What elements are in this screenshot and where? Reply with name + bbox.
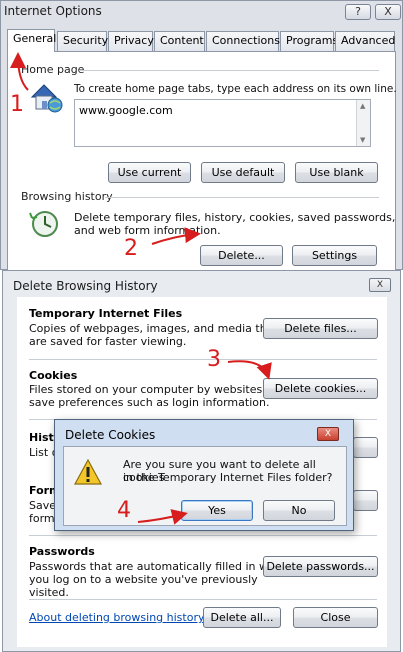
delete-forms-button[interactable] — [353, 490, 378, 511]
internet-options-window: Internet Options ? X General Security Pr… — [0, 0, 403, 271]
step-number-2: 2 — [124, 236, 138, 261]
delete-history-button[interactable]: Delete... — [200, 245, 283, 266]
close-dialog-button[interactable]: Close — [293, 607, 378, 628]
window-title: Delete Browsing History — [13, 279, 158, 293]
cookies-heading: Cookies — [29, 369, 78, 382]
step-number-4: 4 — [117, 498, 131, 523]
tab-programs[interactable]: Programs — [280, 31, 338, 51]
use-default-button[interactable]: Use default — [201, 162, 285, 183]
delete-history-items-button[interactable] — [353, 437, 378, 458]
tab-content[interactable]: Content — [154, 31, 205, 51]
close-button[interactable]: X — [375, 4, 401, 20]
home-page-description: To create home page tabs, type each addr… — [74, 83, 397, 95]
passwords-description-line2: you log on to a website you've previousl… — [29, 573, 258, 586]
tab-strip: General Security Privacy Content Connect… — [7, 29, 402, 52]
passwords-description-line3: visited. — [29, 586, 69, 599]
use-blank-button[interactable]: Use blank — [295, 162, 378, 183]
use-current-button[interactable]: Use current — [108, 162, 191, 183]
tab-connections[interactable]: Connections — [206, 31, 280, 51]
window-title: Internet Options — [4, 4, 102, 18]
delete-cookies-button[interactable]: Delete cookies... — [263, 378, 378, 399]
history-settings-button[interactable]: Settings — [292, 245, 377, 266]
delete-cookies-dialog: Delete Cookies X Are you sure you want t… — [54, 419, 354, 531]
step-number-1: 1 — [10, 92, 24, 117]
warning-icon — [73, 458, 103, 486]
close-button[interactable]: X — [317, 427, 339, 441]
scroll-up-icon[interactable]: ▲ — [360, 102, 365, 110]
divider — [79, 70, 379, 71]
temp-files-description-line2: are saved for faster viewing. — [29, 335, 187, 348]
temp-files-description-line1: Copies of webpages, images, and media th… — [29, 322, 278, 335]
yes-button[interactable]: Yes — [181, 500, 253, 521]
browsing-history-group-label: Browsing history — [21, 190, 113, 203]
history-clock-icon — [28, 209, 62, 239]
tab-security[interactable]: Security — [57, 31, 108, 51]
close-button[interactable]: X — [369, 278, 391, 292]
cookies-description-line1: Files stored on your computer by website… — [29, 383, 277, 396]
divider — [29, 359, 377, 360]
home-page-icon — [28, 81, 64, 113]
delete-passwords-button[interactable]: Delete passwords... — [263, 556, 378, 577]
tab-advanced[interactable]: Advanced — [335, 31, 395, 51]
home-page-url-field[interactable]: www.google.com ▲ ▼ — [74, 99, 371, 147]
confirm-message-line2: in the Temporary Internet Files folder? — [123, 471, 333, 484]
step-number-3: 3 — [207, 347, 221, 372]
dialog-title: Delete Cookies — [65, 428, 156, 442]
delete-all-button[interactable]: Delete all... — [203, 607, 281, 628]
help-button[interactable]: ? — [345, 4, 371, 20]
divider — [105, 197, 379, 198]
browsing-history-description-line1: Delete temporary files, history, cookies… — [74, 211, 396, 224]
divider — [29, 599, 377, 600]
about-deleting-history-link[interactable]: About deleting browsing history — [29, 611, 204, 624]
cookies-description-line2: save preferences such as login informati… — [29, 396, 270, 409]
home-page-group-label: Home page — [21, 63, 85, 76]
passwords-heading: Passwords — [29, 545, 95, 558]
textarea-scrollbar[interactable]: ▲ ▼ — [356, 100, 370, 146]
delete-files-button[interactable]: Delete files... — [263, 318, 378, 339]
tab-general[interactable]: General — [7, 29, 56, 52]
passwords-description-line1: Passwords that are automatically filled … — [29, 560, 289, 573]
browsing-history-description-line2: and web form information. — [74, 224, 221, 237]
temp-files-heading: Temporary Internet Files — [29, 307, 183, 320]
divider — [29, 535, 377, 536]
no-button[interactable]: No — [263, 500, 335, 521]
title-bar: Internet Options ? X — [1, 1, 402, 23]
form-data-description-line1: Save — [29, 499, 57, 512]
scroll-down-icon[interactable]: ▼ — [360, 136, 365, 144]
tab-privacy[interactable]: Privacy — [108, 31, 154, 51]
home-page-url-text: www.google.com — [79, 104, 173, 117]
